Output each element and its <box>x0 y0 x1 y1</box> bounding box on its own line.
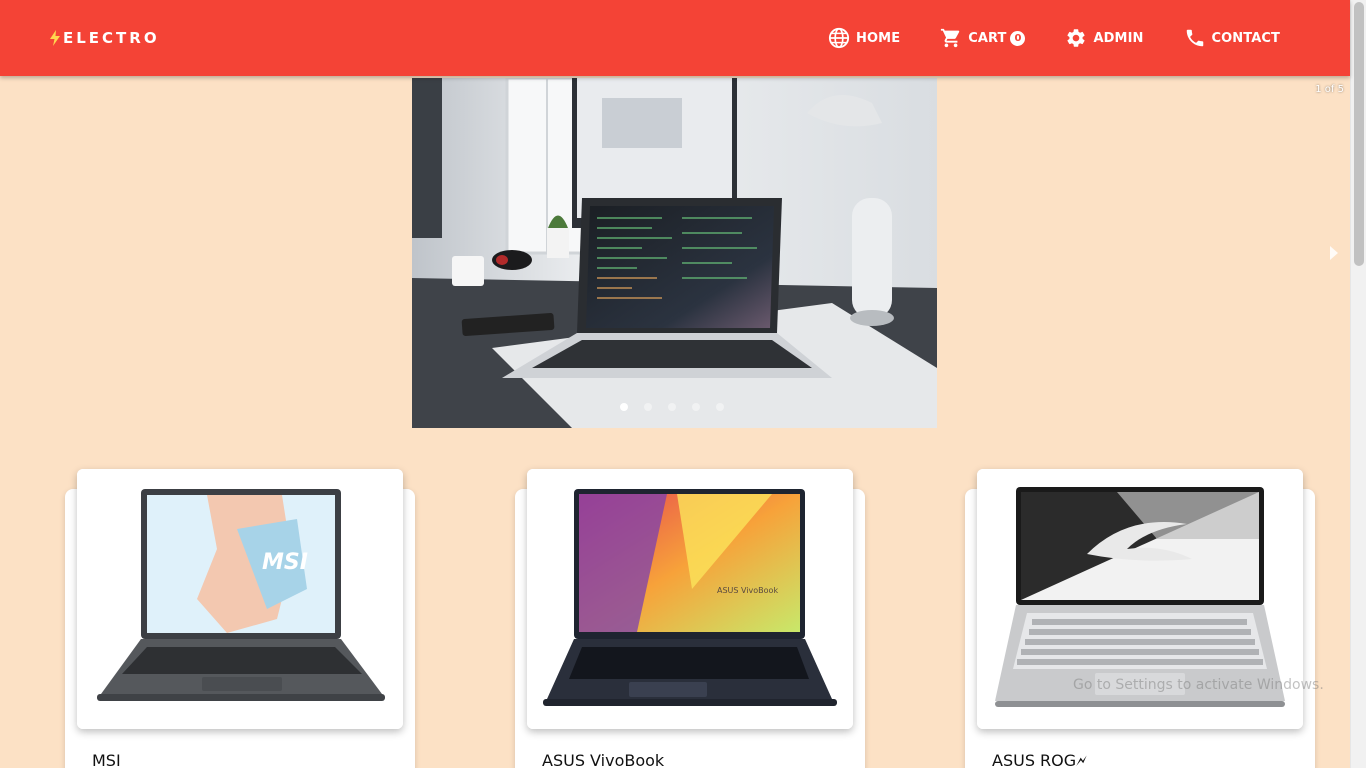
page-scrollbar[interactable] <box>1350 0 1366 768</box>
scrollbar-thumb[interactable] <box>1354 2 1364 266</box>
top-navbar: ELECTRO HOME CART 0 ADMIN CONTACT <box>0 0 1350 76</box>
brand-logo[interactable]: ELECTRO <box>50 29 160 47</box>
nav-home-label: HOME <box>856 30 901 46</box>
svg-text:ASUS VivoBook: ASUS VivoBook <box>717 586 778 595</box>
product-image-msi[interactable]: MSI <box>77 469 403 729</box>
nav-admin[interactable]: ADMIN <box>1065 27 1143 49</box>
carousel-dot[interactable] <box>668 403 676 411</box>
nav-contact-label: CONTACT <box>1211 30 1280 46</box>
globe-icon <box>828 27 850 49</box>
laptop-desk-photo <box>412 78 937 428</box>
nav-cart[interactable]: CART 0 <box>940 27 1026 49</box>
nav-admin-label: ADMIN <box>1093 30 1144 46</box>
cart-icon <box>941 28 960 48</box>
main-nav: HOME CART 0 ADMIN CONTACT <box>788 0 1280 76</box>
product-title[interactable]: MSI <box>92 751 121 768</box>
carousel-dot[interactable] <box>716 403 724 411</box>
carousel-dot[interactable] <box>620 403 628 411</box>
hero-carousel-slide[interactable] <box>412 78 937 428</box>
phone-icon <box>1186 29 1203 47</box>
product-title[interactable]: ASUS ROG🗲 <box>992 751 1087 768</box>
carousel-next-arrow-icon[interactable] <box>1330 246 1338 260</box>
svg-text:MSI: MSI <box>262 550 308 575</box>
gear-icon <box>1067 29 1086 47</box>
nav-contact[interactable]: CONTACT <box>1184 27 1281 49</box>
msi-laptop-image: MSI <box>77 469 403 729</box>
windows-activation-watermark: Go to Settings to activate Windows. <box>1073 677 1324 693</box>
bolt-icon <box>50 30 60 46</box>
product-title[interactable]: ASUS VivoBook <box>542 751 664 768</box>
product-image-asus-vivobook[interactable]: ASUS VivoBook <box>527 469 853 729</box>
slide-position: 1 of 5 <box>1315 84 1344 95</box>
carousel-dot[interactable] <box>644 403 652 411</box>
cart-count-badge: 0 <box>1010 30 1026 46</box>
brand-name: ELECTRO <box>63 29 160 47</box>
carousel-dots <box>620 403 740 411</box>
nav-home[interactable]: HOME <box>828 27 900 49</box>
vivobook-laptop-image: ASUS VivoBook <box>527 469 853 729</box>
nav-cart-label: CART <box>968 30 1007 46</box>
carousel-dot[interactable] <box>692 403 700 411</box>
